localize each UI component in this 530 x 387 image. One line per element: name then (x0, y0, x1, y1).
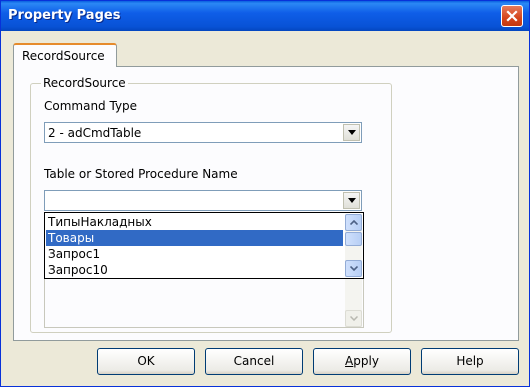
listbox-scrollbar[interactable] (345, 279, 362, 327)
apply-button[interactable]: Apply (313, 348, 411, 375)
listbox-scroll-down-button[interactable] (345, 310, 362, 327)
close-button[interactable] (501, 5, 523, 27)
window-title: Property Pages (8, 8, 121, 23)
list-item[interactable]: Запрос10 (46, 262, 343, 278)
list-item[interactable]: ТипыНакладных (46, 214, 343, 230)
command-type-dropdown-button[interactable] (343, 124, 360, 141)
command-type-value: 2 - adCmdTable (48, 126, 142, 140)
tab-label: RecordSource (22, 49, 105, 63)
cancel-button[interactable]: Cancel (205, 348, 303, 375)
chevron-up-icon (349, 220, 358, 225)
group-legend: RecordSource (41, 76, 128, 90)
table-name-dropdown-list[interactable]: ТипыНакладных Товары Запрос1 Запрос10 (44, 212, 364, 279)
table-name-dropdown-button[interactable] (343, 192, 360, 209)
help-button[interactable]: Help (421, 348, 519, 375)
table-name-select[interactable] (44, 190, 362, 211)
property-pages-window: Property Pages RecordSource RecordSource… (0, 0, 530, 387)
command-type-label: Command Type (44, 99, 138, 113)
title-bar[interactable]: Property Pages (1, 1, 529, 31)
chevron-down-icon (347, 198, 356, 203)
chevron-down-icon (349, 316, 358, 321)
ok-button[interactable]: OK (97, 348, 195, 375)
dropdown-scrollbar[interactable] (345, 214, 362, 277)
close-icon (506, 10, 518, 22)
chevron-down-icon (347, 130, 356, 135)
list-item[interactable]: Запрос1 (46, 246, 343, 262)
scroll-down-button[interactable] (345, 260, 362, 277)
scroll-up-button[interactable] (345, 214, 362, 231)
table-name-label: Table or Stored Procedure Name (44, 167, 238, 181)
tab-recordsource[interactable]: RecordSource (13, 43, 117, 67)
command-type-select[interactable]: 2 - adCmdTable (44, 122, 362, 143)
apply-label-rest: pply (353, 354, 379, 368)
scrollbar-thumb[interactable] (345, 232, 362, 246)
chevron-down-icon (349, 266, 358, 271)
list-item-selected[interactable]: Товары (46, 230, 343, 246)
